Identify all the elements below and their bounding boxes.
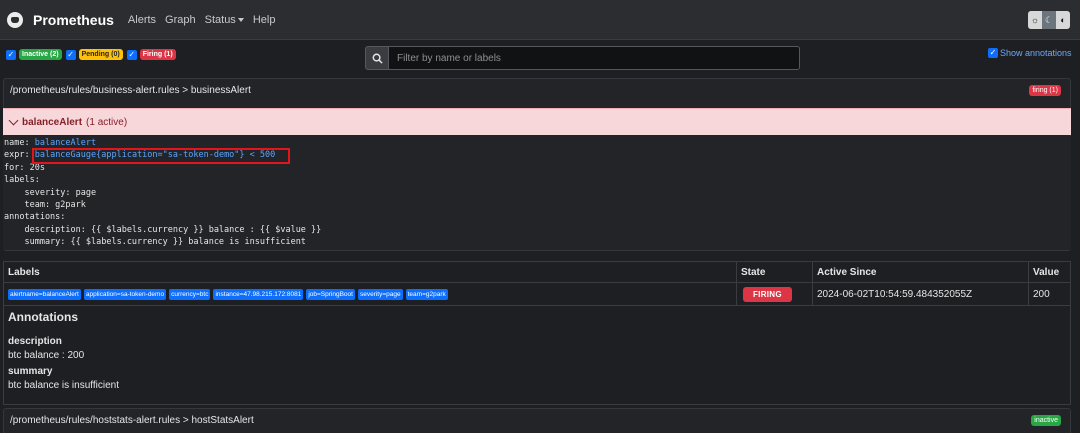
filter-pending[interactable]: ✓ Pending (0) — [65, 49, 123, 60]
chevron-down-icon — [8, 115, 19, 126]
col-labels: Labels — [4, 262, 737, 282]
chevron-down-icon — [237, 17, 244, 22]
checkbox-checked-icon[interactable]: ✓ — [988, 48, 998, 58]
nav-help[interactable]: Help — [253, 14, 276, 26]
nav-graph[interactable]: Graph — [165, 14, 196, 26]
label-badge: application=sa-token-demo — [83, 288, 167, 300]
annotation-description-key: description — [8, 336, 62, 347]
rule-labels-line: labels: — [4, 175, 40, 186]
annotation-description-value: btc balance : 200 — [8, 350, 85, 361]
theme-toggle-group: ☼ ☾ ◐ — [1028, 11, 1070, 29]
rule-group-path: /prometheus/rules/hoststats-alert.rules … — [10, 415, 254, 426]
rule-summary-line: summary: {{ $labels.currency }} balance … — [4, 237, 306, 248]
search-bar — [365, 46, 800, 70]
label-badge: job=SpringBoot — [306, 288, 355, 300]
state-filters: ✓ Inactive (2) ✓ Pending (0) ✓ Firing (1… — [6, 49, 180, 60]
annotations-title: Annotations — [8, 310, 78, 324]
search-icon[interactable] — [365, 46, 389, 70]
rule-definition: name: balanceAlert expr: balanceGauge{ap… — [3, 136, 1071, 250]
firing-badge: Firing (1) — [139, 49, 176, 60]
checkbox-checked-icon[interactable]: ✓ — [126, 49, 137, 60]
col-state: State — [737, 262, 813, 282]
table-header-row: Labels State Active Since Value — [4, 262, 1070, 283]
brand-title[interactable]: Prometheus — [33, 12, 114, 28]
label-badge: alertname=balanceAlert — [8, 288, 81, 300]
alert-rule-header[interactable]: balanceAlert (1 active) — [3, 108, 1071, 135]
rule-annotations-line: annotations: — [4, 212, 66, 223]
annotation-summary-value: btc balance is insufficient — [8, 380, 119, 391]
checkbox-checked-icon[interactable]: ✓ — [6, 49, 16, 60]
label-badge: team=g2park — [405, 288, 448, 300]
light-theme-icon[interactable]: ☼ — [1028, 11, 1042, 29]
dark-theme-icon[interactable]: ☾ — [1042, 11, 1056, 29]
row-value: 200 — [1033, 288, 1050, 300]
rule-severity-line: severity: page — [4, 187, 97, 198]
row-labels: alertname=balanceAlert application=sa-to… — [4, 283, 737, 305]
annotation-summary-key: summary — [8, 366, 53, 377]
highlight-box — [32, 148, 290, 164]
state-badge: FIRING — [743, 286, 792, 302]
label-badge: severity=page — [357, 288, 403, 300]
annotations-block: Annotations description btc balance : 20… — [4, 310, 1070, 404]
rule-description-line: description: {{ $labels.currency }} bala… — [4, 224, 322, 235]
filter-inactive[interactable]: ✓ Inactive (2) — [6, 49, 62, 60]
row-state: FIRING — [737, 283, 813, 305]
checkbox-checked-icon[interactable]: ✓ — [65, 49, 76, 60]
col-value: Value — [1033, 266, 1060, 278]
nav-alerts[interactable]: Alerts — [128, 14, 156, 26]
alert-active-count: (1 active) — [86, 116, 128, 128]
pending-badge: Pending (0) — [78, 49, 123, 60]
show-annotations-toggle[interactable]: ✓ Show annotations — [988, 48, 1072, 58]
browser-theme-icon[interactable]: ◐ — [1056, 11, 1070, 29]
rule-name-link[interactable]: balanceAlert — [35, 138, 96, 148]
rule-group-header: /prometheus/rules/hoststats-alert.rules … — [4, 409, 1070, 432]
alerts-table: Labels State Active Since Value alertnam… — [3, 261, 1071, 405]
group-inactive-badge: inactive — [1031, 415, 1061, 426]
nav-status-label: Status — [204, 13, 236, 26]
inactive-badge: Inactive (2) — [19, 49, 62, 60]
rule-group-path: /prometheus/rules/business-alert.rules >… — [10, 85, 251, 96]
alert-rule-name: balanceAlert — [22, 116, 83, 128]
show-annotations-label: Show annotations — [1000, 48, 1072, 58]
rule-group-header: /prometheus/rules/business-alert.rules >… — [4, 79, 1070, 102]
label-badge: currency=btc — [169, 288, 211, 300]
col-active-since: Active Since — [813, 262, 1029, 282]
filter-firing[interactable]: ✓ Firing (1) — [126, 49, 176, 60]
navbar: Prometheus Alerts Graph Status Help ☼ ☾ … — [0, 0, 1080, 40]
label-badge: instance=47.98.215.172:8081 — [213, 288, 304, 300]
rule-team-line: team: g2park — [4, 200, 86, 211]
search-input[interactable] — [389, 46, 800, 70]
table-row: alertname=balanceAlert application=sa-to… — [4, 283, 1070, 306]
rule-group-hoststats: /prometheus/rules/hoststats-alert.rules … — [3, 408, 1071, 433]
prometheus-logo-icon[interactable] — [7, 11, 23, 28]
nav-status-dropdown[interactable]: Status — [205, 14, 244, 26]
group-firing-badge: firing (1) — [1029, 85, 1061, 96]
row-active-since: 2024-06-02T10:54:59.484352055Z — [813, 283, 1029, 305]
